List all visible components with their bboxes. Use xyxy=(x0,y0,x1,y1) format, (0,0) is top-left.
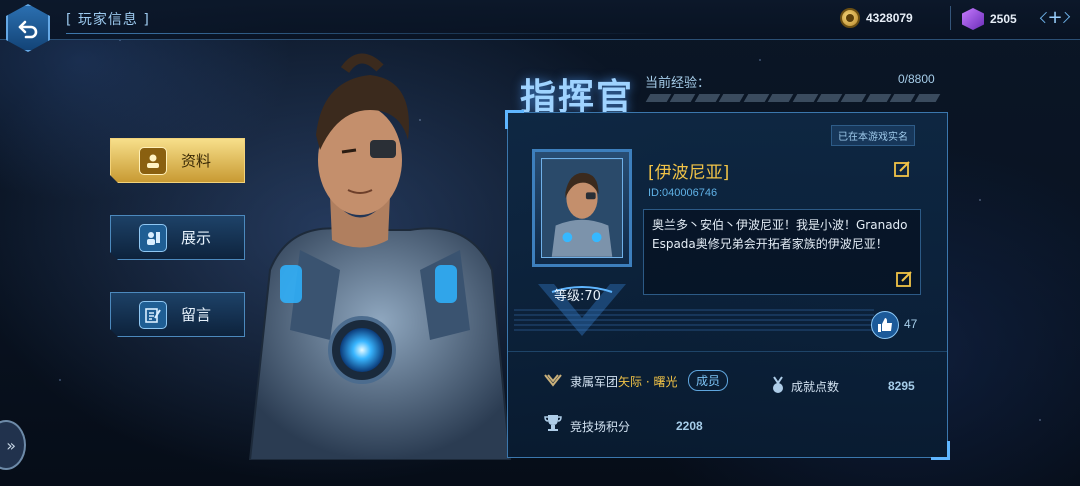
profile-card-icon xyxy=(139,147,167,175)
edit-bio-icon[interactable] xyxy=(895,270,913,288)
gem-currency: 2505 xyxy=(962,8,1017,30)
likes-decor-bar xyxy=(514,309,874,333)
legion-role-badge: 成员 xyxy=(688,370,729,391)
gold-currency: 4328079 xyxy=(840,8,913,28)
exp-label: 当前经验： xyxy=(645,76,711,91)
back-button[interactable] xyxy=(6,4,50,52)
menu-profile-button[interactable]: 资料 xyxy=(110,138,245,183)
message-edit-icon xyxy=(139,301,167,329)
exp-progress-bar xyxy=(645,94,941,102)
gem-amount: 2505 xyxy=(990,12,1017,26)
legion-name[interactable]: 矢际 · 曙光 xyxy=(618,373,677,390)
player-name: [伊波尼亚] xyxy=(648,163,730,183)
avatar-frame[interactable] xyxy=(532,149,632,267)
back-arrow-icon xyxy=(18,20,38,39)
gold-amount: 4328079 xyxy=(866,11,913,25)
arena-label: 竞技场积分 xyxy=(570,420,631,434)
menu-message-label: 留言 xyxy=(181,306,212,324)
avatar xyxy=(541,158,623,258)
menu-showcase-label: 展示 xyxy=(181,229,212,247)
edit-name-icon[interactable] xyxy=(893,160,911,178)
real-name-verified-badge: 已在本游戏实名 xyxy=(831,125,915,146)
legion-chevron-icon xyxy=(544,374,562,387)
player-info-card: 已在本游戏实名 等级:70 [伊波尼亚] ID:040006746 奥兰多丶安伯… xyxy=(505,110,950,460)
currency-divider xyxy=(950,6,951,30)
menu-message-button[interactable]: 留言 xyxy=(110,292,245,337)
arena-value: 2208 xyxy=(676,419,703,433)
achievement-value: 8295 xyxy=(888,379,915,393)
player-id: ID:040006746 xyxy=(648,187,718,199)
plus-icon: + xyxy=(1047,6,1063,28)
page-title: [ 玩家信息 ] xyxy=(66,12,150,28)
player-level: 等级:70 xyxy=(554,289,601,304)
achievement-label: 成就点数 xyxy=(791,380,840,394)
player-bio: 奥兰多丶安伯丶伊波尼亚！我是小波！GranadoEspada奥修兄弟会开拓者家族… xyxy=(643,209,921,295)
chevron-right-icon: » xyxy=(6,435,16,455)
medal-icon xyxy=(773,376,783,393)
menu-profile-label: 资料 xyxy=(181,152,212,170)
side-expand-button[interactable]: » xyxy=(0,420,26,470)
showcase-icon xyxy=(139,224,167,252)
trophy-icon xyxy=(544,415,562,431)
gold-coin-icon xyxy=(840,8,860,28)
gem-icon xyxy=(962,8,984,30)
card-divider xyxy=(508,351,947,352)
legion-label: 隶属军团 xyxy=(570,375,619,389)
top-bar: [ 玩家信息 ] 4328079 2505 + xyxy=(0,0,1080,52)
thumbs-up-icon xyxy=(878,318,892,332)
title-underline xyxy=(66,33,666,34)
commander-character-art xyxy=(248,53,512,460)
menu-showcase-button[interactable]: 展示 xyxy=(110,215,245,260)
exp-value: 0/8800 xyxy=(898,72,935,86)
like-count: 47 xyxy=(904,317,918,331)
like-button[interactable] xyxy=(871,311,899,339)
add-currency-button[interactable]: + xyxy=(1040,5,1070,29)
